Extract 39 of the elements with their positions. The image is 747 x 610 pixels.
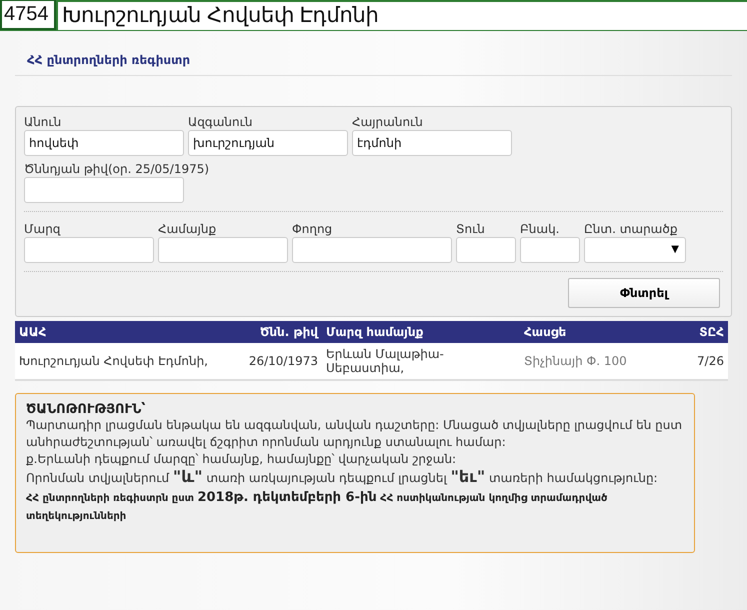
field-label: Ազգանուն [188,115,254,129]
field-label: Հայրանուն [352,115,424,129]
input-field[interactable] [456,237,516,263]
field-label: Տուն [456,222,486,236]
note-heading: ԾԱՆՈԹՈՒԹՅՈՒՆ՝ [26,402,146,417]
column-header: Մարզ համայնք [326,325,424,339]
field-label: Անուն [24,115,62,129]
note-text: Պարտադիր լրացման ենթակա են ազգանվան, անվան դաշտերը: Մնացած տվյալները լրացվում են ըստ անհրաժեշտության՝ առավել ճշգրիտ որոնման արդյունք ստանալու համար: [26,417,684,451]
input-field[interactable]: խուրշուդյան [188,130,348,156]
field-label: Ընտ. տարածք [584,222,678,236]
table-cell: 7/26 [670,343,728,380]
column-header: ՏԸՀ [699,325,724,339]
search-button[interactable]: Փնտրել [568,278,720,308]
column-header: Ծնն. թիվ [260,325,318,339]
field-label: Համայնք [158,222,218,236]
input-field[interactable]: էդմոնի [352,130,512,156]
page-title: ՀՀ ընտրողների ռեգիստր [15,53,732,76]
column-header: ԱԱՀ [19,325,46,339]
input-field[interactable] [24,177,184,203]
person-name-field: Խուրշուդյան Հովսեփ Էդմոնի [56,0,747,30]
input-field[interactable] [292,237,452,263]
input-field[interactable]: հովսեփ [24,130,184,156]
column-header: Հասցե [524,325,566,339]
note-text: ք.Երևանի դեպքում մարզը՝ համայնք, համայնքը՝ վարչական շրջան: [26,451,458,468]
table-cell: 26/10/1973 [229,343,322,380]
field-label: Ծննդյան թիվ(օր. 25/05/1975) [24,162,210,176]
table-cell: Խուրշուդյան Հովսեփ Էդմոնի, [15,343,229,380]
input-field[interactable] [24,237,154,263]
field-label: Բնակ. [520,222,560,236]
dropdown[interactable]: ▼ [584,237,686,263]
input-field[interactable] [520,237,580,263]
field-label: Փողոց [292,222,334,236]
input-field[interactable] [158,237,288,263]
note-text: ՀՀ ընտրողների ռեգիստրն ըստ 2018թ. դեկտեմբերի 6-ին ՀՀ ոստիկանության կողմից տրամադրված տեղեկությունների [26,489,608,524]
note-text: Որոնման տվյալներում "և" տառի առկայության դեպքում լրացնել "եւ" տառերի համակցությունը: [26,468,659,487]
field-label: Մարզ [24,222,62,236]
table-cell: Տիչինայի Փ. 100 [520,343,670,380]
table-cell: Երևան Մալաթիա-Սեբաստիա, [322,343,520,380]
record-number: 4754 [0,0,56,30]
